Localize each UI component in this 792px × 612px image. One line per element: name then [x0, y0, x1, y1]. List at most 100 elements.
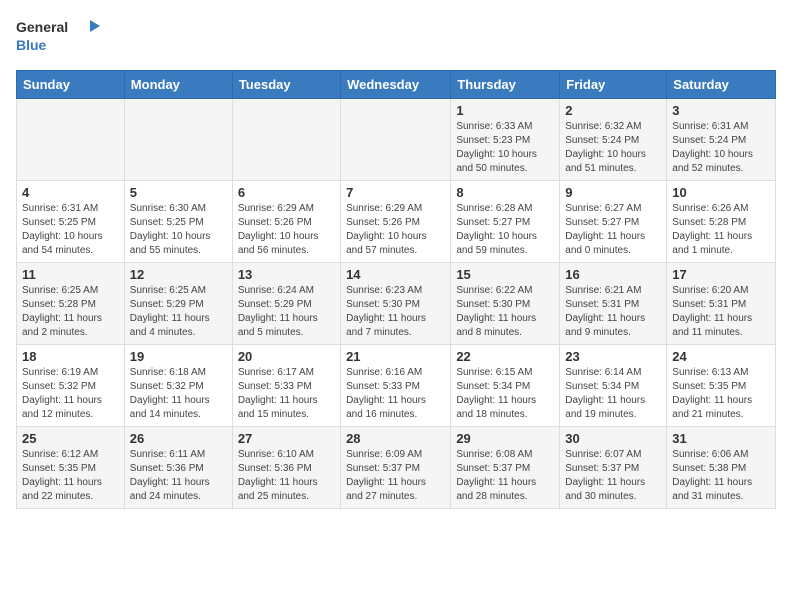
calendar-day-cell: 6 Sunrise: 6:29 AM Sunset: 5:26 PM Daylig…	[232, 181, 340, 263]
calendar-header: SundayMondayTuesdayWednesdayThursdayFrid…	[17, 71, 776, 99]
calendar-table: SundayMondayTuesdayWednesdayThursdayFrid…	[16, 70, 776, 509]
calendar-day-cell: 12 Sunrise: 6:25 AM Sunset: 5:29 PM Dayli…	[124, 263, 232, 345]
day-info: Sunrise: 6:19 AM Sunset: 5:32 PM Dayligh…	[22, 366, 119, 422]
calendar-day-cell: 7Sunrise: 6:29 AM Sunset: 5:26 PM Daylig…	[341, 181, 451, 263]
calendar-day-cell: 10Sunrise: 6:26 AM Sunset: 5:28 PM Dayli…	[667, 181, 776, 263]
day-info: Sunrise: 6:31 AM Sunset: 5:25 PM Dayligh…	[22, 202, 119, 258]
day-info: Sunrise: 6:18 AM Sunset: 5:32 PM Dayligh…	[130, 366, 227, 422]
day-number: 26	[130, 431, 227, 446]
day-info: Sunrise: 6:29 AM Sunset: 5:26 PM Dayligh…	[238, 202, 335, 258]
calendar-day-cell: 21Sunrise: 6:16 AM Sunset: 5:33 PM Dayli…	[341, 345, 451, 427]
day-number: 25	[22, 431, 119, 446]
calendar-day-cell: 19 Sunrise: 6:18 AM Sunset: 5:32 PM Dayli…	[124, 345, 232, 427]
calendar-day-cell: 13 Sunrise: 6:24 AM Sunset: 5:29 PM Dayli…	[232, 263, 340, 345]
day-info: Sunrise: 6:06 AM Sunset: 5:38 PM Dayligh…	[672, 448, 770, 504]
calendar-day-cell: 17Sunrise: 6:20 AM Sunset: 5:31 PM Dayli…	[667, 263, 776, 345]
day-number: 31	[672, 431, 770, 446]
weekday-header: Friday	[560, 71, 667, 99]
calendar-week-row: 4 Sunrise: 6:31 AM Sunset: 5:25 PM Daylig…	[17, 181, 776, 263]
day-number: 12	[130, 267, 227, 282]
calendar-day-cell	[341, 99, 451, 181]
weekday-header: Sunday	[17, 71, 125, 99]
day-info: Sunrise: 6:08 AM Sunset: 5:37 PM Dayligh…	[456, 448, 554, 504]
weekday-header: Wednesday	[341, 71, 451, 99]
calendar-day-cell: 22 Sunrise: 6:15 AM Sunset: 5:34 PM Dayli…	[451, 345, 560, 427]
day-number: 17	[672, 267, 770, 282]
day-info: Sunrise: 6:12 AM Sunset: 5:35 PM Dayligh…	[22, 448, 119, 504]
calendar-week-row: 1 Sunrise: 6:33 AM Sunset: 5:23 PM Daylig…	[17, 99, 776, 181]
day-info: Sunrise: 6:25 AM Sunset: 5:28 PM Dayligh…	[22, 284, 119, 340]
day-number: 13	[238, 267, 335, 282]
day-info: Sunrise: 6:25 AM Sunset: 5:29 PM Dayligh…	[130, 284, 227, 340]
day-info: Sunrise: 6:33 AM Sunset: 5:23 PM Dayligh…	[456, 120, 554, 176]
weekday-header: Monday	[124, 71, 232, 99]
day-number: 28	[346, 431, 445, 446]
page-header: General Blue	[16, 16, 776, 58]
calendar-day-cell	[17, 99, 125, 181]
calendar-day-cell: 9Sunrise: 6:27 AM Sunset: 5:27 PM Daylig…	[560, 181, 667, 263]
day-number: 2	[565, 103, 661, 118]
day-number: 5	[130, 185, 227, 200]
svg-text:Blue: Blue	[16, 37, 47, 53]
day-number: 3	[672, 103, 770, 118]
calendar-day-cell: 14 Sunrise: 6:23 AM Sunset: 5:30 PM Dayli…	[341, 263, 451, 345]
calendar-day-cell: 1 Sunrise: 6:33 AM Sunset: 5:23 PM Daylig…	[451, 99, 560, 181]
calendar-day-cell: 29 Sunrise: 6:08 AM Sunset: 5:37 PM Dayli…	[451, 427, 560, 509]
day-info: Sunrise: 6:31 AM Sunset: 5:24 PM Dayligh…	[672, 120, 770, 176]
day-info: Sunrise: 6:10 AM Sunset: 5:36 PM Dayligh…	[238, 448, 335, 504]
day-number: 19	[130, 349, 227, 364]
day-info: Sunrise: 6:30 AM Sunset: 5:25 PM Dayligh…	[130, 202, 227, 258]
day-number: 14	[346, 267, 445, 282]
weekday-header: Thursday	[451, 71, 560, 99]
calendar-day-cell: 26Sunrise: 6:11 AM Sunset: 5:36 PM Dayli…	[124, 427, 232, 509]
day-info: Sunrise: 6:17 AM Sunset: 5:33 PM Dayligh…	[238, 366, 335, 422]
calendar-day-cell: 28 Sunrise: 6:09 AM Sunset: 5:37 PM Dayli…	[341, 427, 451, 509]
weekday-row: SundayMondayTuesdayWednesdayThursdayFrid…	[17, 71, 776, 99]
calendar-day-cell: 2Sunrise: 6:32 AM Sunset: 5:24 PM Daylig…	[560, 99, 667, 181]
calendar-day-cell	[124, 99, 232, 181]
day-info: Sunrise: 6:15 AM Sunset: 5:34 PM Dayligh…	[456, 366, 554, 422]
day-number: 8	[456, 185, 554, 200]
day-number: 15	[456, 267, 554, 282]
day-number: 1	[456, 103, 554, 118]
calendar-day-cell: 15 Sunrise: 6:22 AM Sunset: 5:30 PM Dayli…	[451, 263, 560, 345]
day-info: Sunrise: 6:14 AM Sunset: 5:34 PM Dayligh…	[565, 366, 661, 422]
calendar-day-cell: 11 Sunrise: 6:25 AM Sunset: 5:28 PM Dayli…	[17, 263, 125, 345]
calendar-day-cell: 3 Sunrise: 6:31 AM Sunset: 5:24 PM Daylig…	[667, 99, 776, 181]
day-number: 29	[456, 431, 554, 446]
day-number: 20	[238, 349, 335, 364]
day-info: Sunrise: 6:23 AM Sunset: 5:30 PM Dayligh…	[346, 284, 445, 340]
day-number: 6	[238, 185, 335, 200]
calendar-day-cell: 4 Sunrise: 6:31 AM Sunset: 5:25 PM Daylig…	[17, 181, 125, 263]
calendar-day-cell: 25 Sunrise: 6:12 AM Sunset: 5:35 PM Dayli…	[17, 427, 125, 509]
weekday-header: Saturday	[667, 71, 776, 99]
day-number: 18	[22, 349, 119, 364]
day-number: 9	[565, 185, 661, 200]
day-info: Sunrise: 6:24 AM Sunset: 5:29 PM Dayligh…	[238, 284, 335, 340]
day-number: 4	[22, 185, 119, 200]
day-number: 16	[565, 267, 661, 282]
day-number: 24	[672, 349, 770, 364]
day-info: Sunrise: 6:21 AM Sunset: 5:31 PM Dayligh…	[565, 284, 661, 340]
calendar-day-cell: 30Sunrise: 6:07 AM Sunset: 5:37 PM Dayli…	[560, 427, 667, 509]
calendar-day-cell: 24 Sunrise: 6:13 AM Sunset: 5:35 PM Dayli…	[667, 345, 776, 427]
svg-text:General: General	[16, 19, 68, 35]
calendar-day-cell: 16 Sunrise: 6:21 AM Sunset: 5:31 PM Dayli…	[560, 263, 667, 345]
day-info: Sunrise: 6:22 AM Sunset: 5:30 PM Dayligh…	[456, 284, 554, 340]
calendar-week-row: 11 Sunrise: 6:25 AM Sunset: 5:28 PM Dayli…	[17, 263, 776, 345]
calendar-week-row: 25 Sunrise: 6:12 AM Sunset: 5:35 PM Dayli…	[17, 427, 776, 509]
logo: General Blue	[16, 16, 106, 58]
logo-svg: General Blue	[16, 16, 106, 58]
day-number: 23	[565, 349, 661, 364]
day-number: 11	[22, 267, 119, 282]
day-info: Sunrise: 6:13 AM Sunset: 5:35 PM Dayligh…	[672, 366, 770, 422]
day-number: 30	[565, 431, 661, 446]
day-number: 7	[346, 185, 445, 200]
calendar-day-cell: 18 Sunrise: 6:19 AM Sunset: 5:32 PM Dayli…	[17, 345, 125, 427]
day-number: 22	[456, 349, 554, 364]
calendar-day-cell	[232, 99, 340, 181]
calendar-body: 1 Sunrise: 6:33 AM Sunset: 5:23 PM Daylig…	[17, 99, 776, 509]
day-info: Sunrise: 6:09 AM Sunset: 5:37 PM Dayligh…	[346, 448, 445, 504]
calendar-day-cell: 31 Sunrise: 6:06 AM Sunset: 5:38 PM Dayli…	[667, 427, 776, 509]
day-info: Sunrise: 6:26 AM Sunset: 5:28 PM Dayligh…	[672, 202, 770, 258]
